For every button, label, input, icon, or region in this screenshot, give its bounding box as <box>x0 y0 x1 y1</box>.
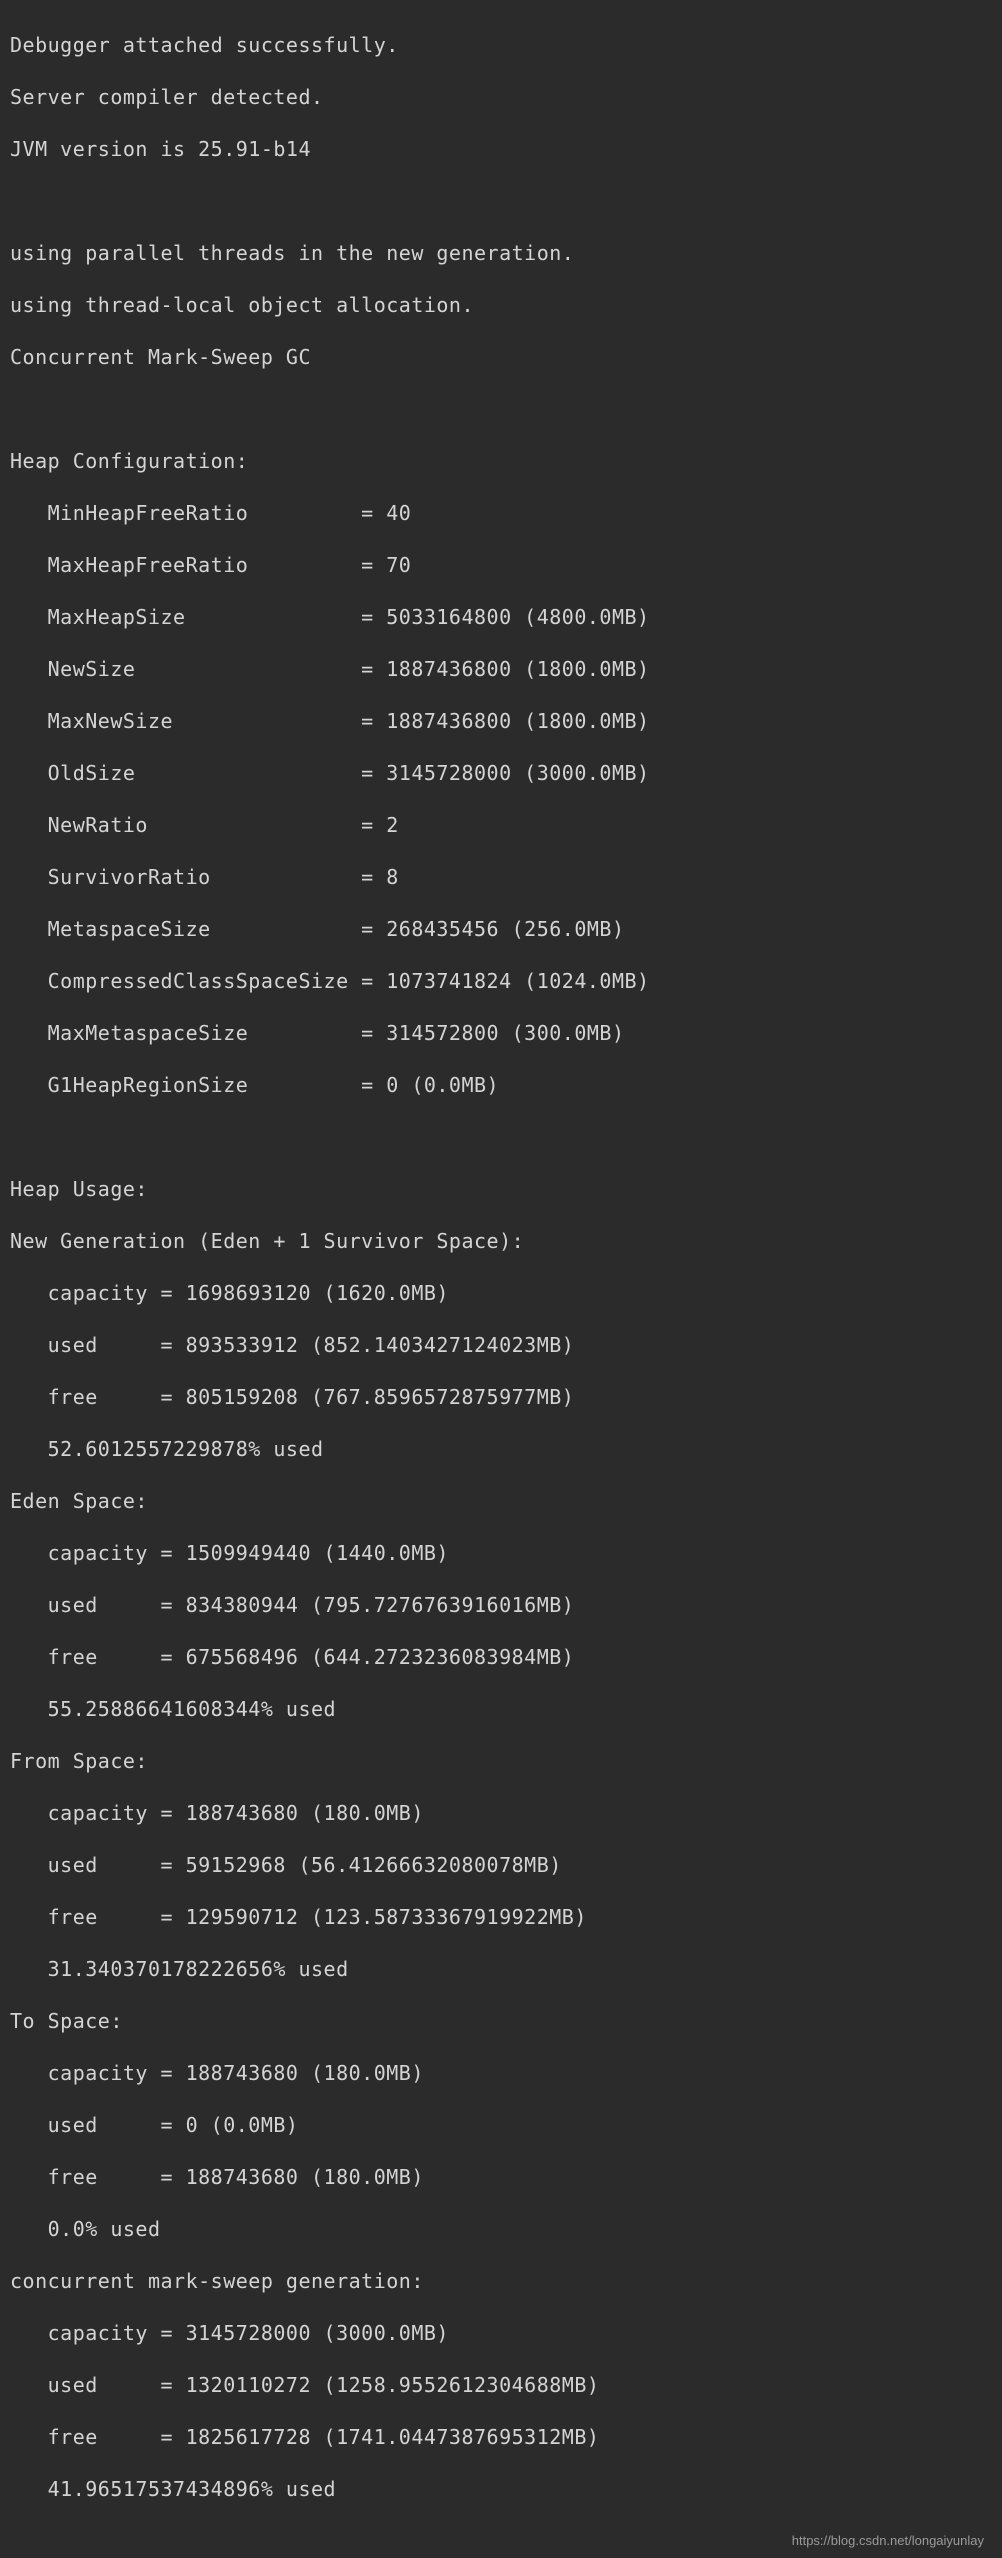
watermark-text: https://blog.csdn.net/longaiyunlay <box>792 2533 984 2550</box>
heap-usage-section-title: From Space: <box>10 1748 998 1774</box>
jvm-version-line: JVM version is 25.91-b14 <box>10 136 998 162</box>
gc-parallel-line: using parallel threads in the new genera… <box>10 240 998 266</box>
heap-usage-line: capacity = 188743680 (180.0MB) <box>10 2060 998 2086</box>
heap-usage-line: capacity = 1509949440 (1440.0MB) <box>10 1540 998 1566</box>
heap-config-row: MaxHeapFreeRatio = 70 <box>10 552 998 578</box>
heap-usage-line: 0.0% used <box>10 2216 998 2242</box>
heap-usage-line: free = 129590712 (123.58733367919922MB) <box>10 1904 998 1930</box>
heap-usage-line: used = 1320110272 (1258.9552612304688MB) <box>10 2372 998 2398</box>
heap-config-row: MetaspaceSize = 268435456 (256.0MB) <box>10 916 998 942</box>
terminal-output: Debugger attached successfully. Server c… <box>0 0 1002 2558</box>
heap-config-row: CompressedClassSpaceSize = 1073741824 (1… <box>10 968 998 994</box>
debugger-attached-line: Debugger attached successfully. <box>10 32 998 58</box>
heap-usage-line: 31.340370178222656% used <box>10 1956 998 1982</box>
heap-config-row: MaxHeapSize = 5033164800 (4800.0MB) <box>10 604 998 630</box>
heap-usage-line: free = 188743680 (180.0MB) <box>10 2164 998 2190</box>
heap-config-row: NewSize = 1887436800 (1800.0MB) <box>10 656 998 682</box>
heap-config-row: MaxNewSize = 1887436800 (1800.0MB) <box>10 708 998 734</box>
heap-config-row: NewRatio = 2 <box>10 812 998 838</box>
heap-config-row: MaxMetaspaceSize = 314572800 (300.0MB) <box>10 1020 998 1046</box>
gc-tlab-line: using thread-local object allocation. <box>10 292 998 318</box>
heap-usage-line: free = 675568496 (644.2723236083984MB) <box>10 1644 998 1670</box>
heap-usage-line: used = 834380944 (795.7276763916016MB) <box>10 1592 998 1618</box>
heap-usage-line: free = 805159208 (767.8596572875977MB) <box>10 1384 998 1410</box>
heap-usage-section-title: concurrent mark-sweep generation: <box>10 2268 998 2294</box>
gc-collector-line: Concurrent Mark-Sweep GC <box>10 344 998 370</box>
heap-usage-line: used = 893533912 (852.1403427124023MB) <box>10 1332 998 1358</box>
heap-usage-title: Heap Usage: <box>10 1176 998 1202</box>
heap-usage-line: capacity = 3145728000 (3000.0MB) <box>10 2320 998 2346</box>
heap-config-row: OldSize = 3145728000 (3000.0MB) <box>10 760 998 786</box>
heap-config-row: MinHeapFreeRatio = 40 <box>10 500 998 526</box>
heap-usage-line: used = 0 (0.0MB) <box>10 2112 998 2138</box>
heap-config-row: G1HeapRegionSize = 0 (0.0MB) <box>10 1072 998 1098</box>
blank-line <box>10 1124 998 1150</box>
heap-usage-section-title: Eden Space: <box>10 1488 998 1514</box>
blank-line <box>10 396 998 422</box>
compiler-detected-line: Server compiler detected. <box>10 84 998 110</box>
heap-usage-line: free = 1825617728 (1741.0447387695312MB) <box>10 2424 998 2450</box>
heap-usage-line: capacity = 188743680 (180.0MB) <box>10 1800 998 1826</box>
heap-config-row: SurvivorRatio = 8 <box>10 864 998 890</box>
heap-usage-line: 52.6012557229878% used <box>10 1436 998 1462</box>
heap-usage-line: capacity = 1698693120 (1620.0MB) <box>10 1280 998 1306</box>
heap-usage-line: 55.25886641608344% used <box>10 1696 998 1722</box>
heap-usage-line: used = 59152968 (56.41266632080078MB) <box>10 1852 998 1878</box>
heap-usage-section-title: To Space: <box>10 2008 998 2034</box>
heap-config-title: Heap Configuration: <box>10 448 998 474</box>
heap-usage-section-title: New Generation (Eden + 1 Survivor Space)… <box>10 1228 998 1254</box>
heap-usage-line: 41.96517537434896% used <box>10 2476 998 2502</box>
blank-line <box>10 188 998 214</box>
